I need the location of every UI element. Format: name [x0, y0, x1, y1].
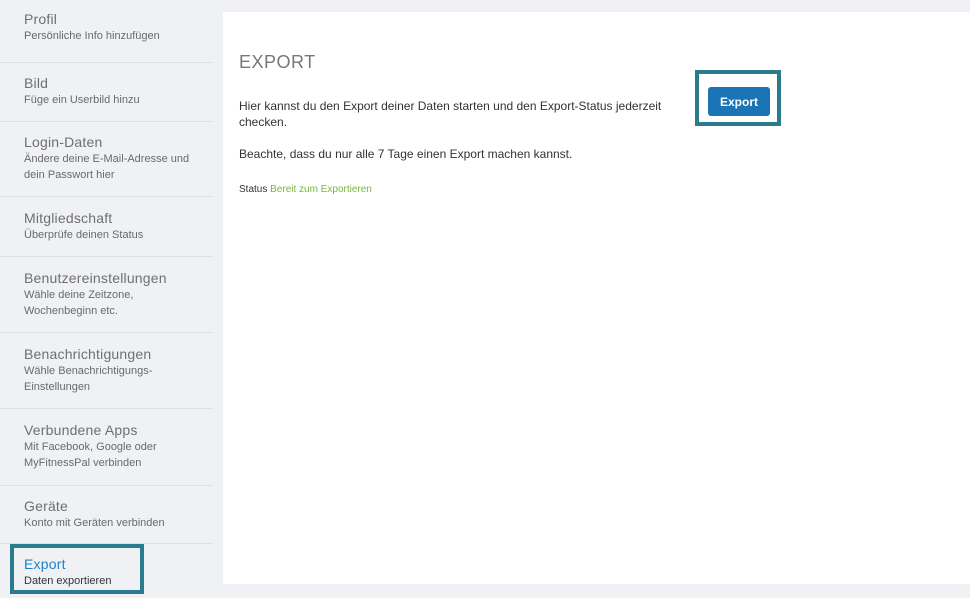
sidebar-item-title: Mitgliedschaft: [24, 210, 113, 226]
export-status: Status Bereit zum Exportieren: [239, 184, 372, 195]
sidebar-item-title: Verbundene Apps: [24, 422, 138, 438]
sidebar-item-bild[interactable]: Bild Füge ein Userbild hinzu: [0, 63, 213, 122]
export-panel: EXPORT Hier kannst du den Export deiner …: [223, 12, 970, 584]
status-value: Bereit zum Exportieren: [270, 184, 372, 195]
page-title: EXPORT: [239, 52, 316, 72]
sidebar-item-profil[interactable]: Profil Persönliche Info hinzufügen: [0, 0, 213, 63]
sidebar-item-subtitle: Überprüfe deinen Status: [24, 229, 144, 241]
sidebar-item-verbundene-apps[interactable]: Verbundene Apps Mit Facebook, Google ode…: [0, 409, 213, 486]
sidebar-item-subtitle: Daten exportieren: [24, 575, 112, 587]
sidebar-item-login-daten[interactable]: Login-Daten Ändere deine E-Mail-Adresse …: [0, 122, 213, 197]
status-label: Status: [239, 184, 268, 195]
sidebar-item-mitgliedschaft[interactable]: Mitgliedschaft Überprüfe deinen Status: [0, 197, 213, 257]
sidebar-item-subtitle: Konto mit Geräten verbinden: [24, 517, 165, 529]
sidebar-item-title: Export: [24, 556, 66, 572]
sidebar-item-title: Login-Daten: [24, 134, 103, 150]
settings-sidebar: Profil Persönliche Info hinzufügen Bild …: [0, 0, 213, 598]
export-limit-note: Beachte, dass du nur alle 7 Tage einen E…: [239, 147, 573, 161]
sidebar-item-subtitle: Ändere deine E-Mail-Adresse und dein Pas…: [24, 153, 190, 181]
export-description: Hier kannst du den Export deiner Daten s…: [239, 99, 662, 129]
sidebar-item-benachrichtigungen[interactable]: Benachrichtigungen Wähle Benachrichtigun…: [0, 333, 213, 409]
sidebar-item-geraete[interactable]: Geräte Konto mit Geräten verbinden: [0, 486, 213, 544]
sidebar-item-title: Bild: [24, 75, 49, 91]
sidebar-item-title: Benutzereinstellungen: [24, 270, 167, 286]
sidebar-item-benutzereinstellungen[interactable]: Benutzereinstellungen Wähle deine Zeitzo…: [0, 257, 213, 333]
sidebar-item-export[interactable]: Export Daten exportieren: [0, 544, 213, 598]
sidebar-item-subtitle: Wähle Benachrichtigungs-Einstellungen: [24, 365, 153, 393]
export-button[interactable]: Export: [708, 87, 770, 116]
sidebar-item-title: Benachrichtigungen: [24, 346, 152, 362]
sidebar-item-subtitle: Wähle deine Zeitzone, Wochenbeginn etc.: [24, 289, 134, 317]
sidebar-item-title: Geräte: [24, 498, 68, 514]
sidebar-item-title: Profil: [24, 11, 58, 27]
sidebar-item-subtitle: Persönliche Info hinzufügen: [24, 30, 160, 42]
sidebar-item-subtitle: Füge ein Userbild hinzu: [24, 94, 140, 106]
sidebar-item-subtitle: Mit Facebook, Google oder MyFitnessPal v…: [24, 441, 157, 469]
